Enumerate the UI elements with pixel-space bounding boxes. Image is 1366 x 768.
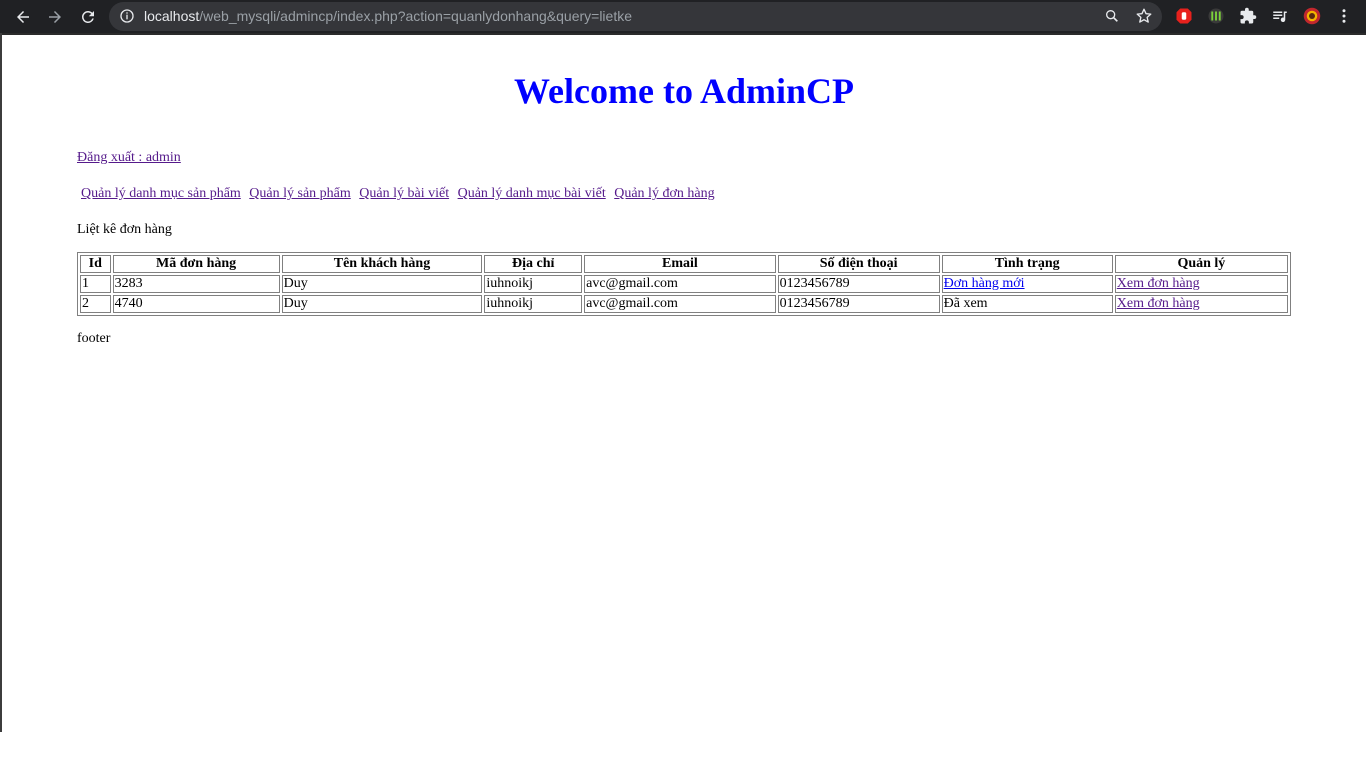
media-queue-button[interactable] bbox=[1270, 6, 1290, 26]
header-order-code: Mã đơn hàng bbox=[112, 255, 280, 273]
extensions-button[interactable] bbox=[1238, 6, 1258, 26]
back-icon bbox=[17, 11, 29, 23]
new-order-status-link[interactable]: Đơn hàng mới bbox=[944, 276, 1025, 291]
section-title: Liệt kê đơn hàng bbox=[77, 222, 172, 237]
cell-id: 2 bbox=[80, 295, 111, 313]
cell-order-code: 4740 bbox=[112, 295, 280, 313]
menu-product[interactable]: Quản lý sản phẩm bbox=[249, 186, 350, 201]
menu-order[interactable]: Quản lý đơn hàng bbox=[614, 186, 714, 201]
cell-email: avc@gmail.com bbox=[584, 275, 776, 293]
header-id: Id bbox=[80, 255, 111, 273]
cell-id: 1 bbox=[80, 275, 111, 293]
cell-customer-name: Duy bbox=[281, 275, 483, 293]
browser-menu-button[interactable] bbox=[1334, 6, 1354, 26]
cell-customer-name: Duy bbox=[281, 295, 483, 313]
media-queue-icon bbox=[1273, 11, 1287, 23]
table-row: 2 4740 Duy iuhnoikj avc@gmail.com 012345… bbox=[80, 295, 1288, 313]
url-text[interactable]: localhost/web_mysqli/admincp/index.php?a… bbox=[144, 8, 632, 25]
menu-dots-icon bbox=[1342, 9, 1346, 23]
cell-manage: Xem đơn hàng bbox=[1114, 275, 1288, 293]
header-customer-name: Tên khách hàng bbox=[281, 255, 483, 273]
adblock-extension-button[interactable] bbox=[1174, 6, 1194, 26]
menu-post-category[interactable]: Quản lý danh mục bài viết bbox=[458, 186, 606, 201]
page-title: Welcome to AdminCP bbox=[514, 71, 854, 111]
orders-table: Id Mã đơn hàng Tên khách hàng Địa chỉ Em… bbox=[77, 252, 1291, 316]
url-path: /web_mysqli/admincp/index.php?action=qua… bbox=[199, 8, 633, 24]
table-header-row: Id Mã đơn hàng Tên khách hàng Địa chỉ Em… bbox=[80, 255, 1288, 273]
star-icon[interactable] bbox=[1135, 7, 1153, 25]
cell-address: iuhnoikj bbox=[484, 295, 583, 313]
reload-icon bbox=[81, 10, 94, 23]
header-manage: Quản lý bbox=[1114, 255, 1288, 273]
monster-extension-button[interactable] bbox=[1206, 6, 1226, 26]
menu-product-category[interactable]: Quản lý danh mục sản phẩm bbox=[81, 186, 241, 201]
info-icon[interactable] bbox=[119, 8, 135, 24]
forward-icon bbox=[49, 11, 61, 23]
back-button[interactable] bbox=[10, 4, 36, 30]
header-status: Tình trạng bbox=[941, 255, 1113, 273]
view-order-link[interactable]: Xem đơn hàng bbox=[1117, 296, 1200, 311]
cell-address: iuhnoikj bbox=[484, 275, 583, 293]
browser-toolbar: localhost/web_mysqli/admincp/index.php?a… bbox=[0, 0, 1366, 33]
logout-link[interactable]: Đăng xuất : admin bbox=[77, 149, 181, 166]
cell-status: Đã xem bbox=[941, 295, 1113, 313]
content-top-border bbox=[0, 33, 1366, 35]
cell-manage: Xem đơn hàng bbox=[1114, 295, 1288, 313]
forward-button[interactable] bbox=[42, 4, 68, 30]
menu-post[interactable]: Quản lý bài viết bbox=[359, 186, 449, 201]
cell-status: Đơn hàng mới bbox=[941, 275, 1113, 293]
puzzle-icon bbox=[1240, 7, 1257, 24]
header-phone: Số điện thoại bbox=[777, 255, 940, 273]
zoom-icon[interactable] bbox=[1104, 8, 1120, 24]
profile-avatar-button[interactable] bbox=[1302, 6, 1322, 26]
url-host: localhost bbox=[144, 8, 200, 24]
cell-email: avc@gmail.com bbox=[584, 295, 776, 313]
address-bar[interactable]: localhost/web_mysqli/admincp/index.php?a… bbox=[109, 2, 1162, 31]
cell-order-code: 3283 bbox=[112, 275, 280, 293]
view-order-link[interactable]: Xem đơn hàng bbox=[1117, 276, 1200, 291]
content-left-border bbox=[0, 33, 2, 732]
reload-button[interactable] bbox=[75, 4, 101, 30]
monster-extension-icon bbox=[1208, 8, 1224, 24]
header-email: Email bbox=[584, 255, 776, 273]
cell-phone: 0123456789 bbox=[777, 295, 940, 313]
admin-menu: Quản lý danh mục sản phẩm Quản lý sản ph… bbox=[77, 185, 716, 202]
page-footer: footer bbox=[77, 331, 111, 346]
profile-avatar-icon bbox=[1303, 7, 1321, 25]
cell-phone: 0123456789 bbox=[777, 275, 940, 293]
table-row: 1 3283 Duy iuhnoikj avc@gmail.com 012345… bbox=[80, 275, 1288, 293]
header-address: Địa chỉ bbox=[484, 255, 583, 273]
adblock-extension-icon bbox=[1176, 8, 1192, 24]
